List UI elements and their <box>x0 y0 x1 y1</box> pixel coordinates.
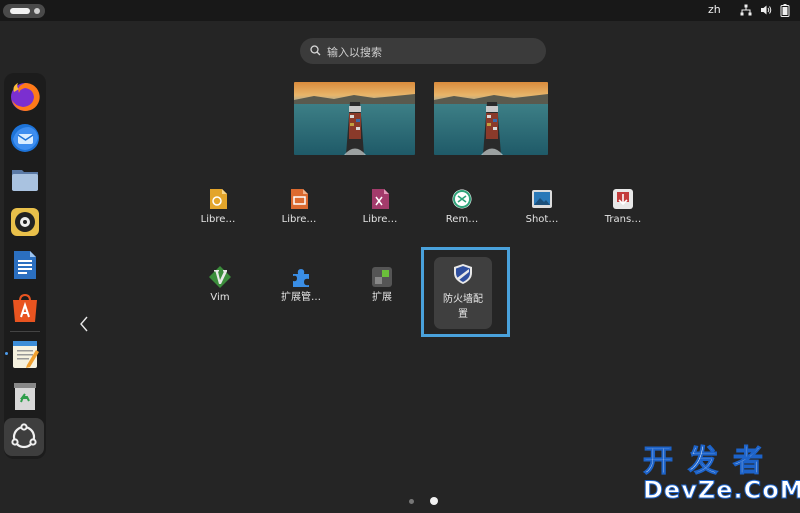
app-libreoffice-impress[interactable]: Libre… <box>264 185 334 265</box>
firefox-icon[interactable] <box>9 80 41 112</box>
search-icon <box>310 45 321 56</box>
input-language-indicator[interactable]: zh <box>708 3 721 16</box>
app-firewall-config[interactable]: 防火墙配 置 <box>434 257 492 329</box>
extensions-icon <box>372 267 392 287</box>
battery-icon[interactable] <box>780 4 790 17</box>
volume-icon[interactable] <box>760 4 772 17</box>
cargo-ship-wallpaper-icon <box>434 82 548 155</box>
watermark-line2: DevZe.CoM <box>643 476 800 505</box>
transmission-icon <box>613 189 633 209</box>
libreoffice-impress-icon <box>291 189 308 209</box>
app-label: 扩展管… <box>281 292 321 303</box>
libreoffice-math-icon <box>372 189 389 209</box>
app-label: Libre… <box>362 214 398 225</box>
app-label: Rem… <box>445 214 479 225</box>
app-label: Vim <box>210 292 230 303</box>
vim-icon <box>209 266 231 288</box>
workspace-thumbnail-1[interactable] <box>294 82 415 155</box>
dock <box>4 73 46 459</box>
workspace-indicator-active <box>10 8 30 14</box>
page-indicator-2[interactable] <box>430 497 438 505</box>
app-label: Libre… <box>281 214 317 225</box>
remmina-icon <box>452 189 472 209</box>
app-extensions[interactable]: 扩展 <box>347 263 417 343</box>
rhythmbox-icon[interactable] <box>9 206 41 238</box>
trash-icon[interactable] <box>9 380 41 412</box>
app-label: 防火墙配 置 <box>434 292 492 322</box>
app-shotwell[interactable]: Shot… <box>507 185 577 265</box>
app-center-icon[interactable] <box>9 292 41 324</box>
search-input[interactable]: 输入以搜索 <box>300 38 546 64</box>
app-label-line2: 置 <box>458 309 468 320</box>
dock-separator <box>10 331 40 332</box>
network-icon[interactable] <box>740 4 752 17</box>
text-editor-icon[interactable] <box>9 338 41 370</box>
app-label: Trans… <box>604 214 642 225</box>
app-label: Libre… <box>200 214 236 225</box>
app-vim[interactable]: Vim <box>185 263 255 343</box>
app-label-line1: 防火墙配 <box>443 294 483 305</box>
libreoffice-draw-icon <box>210 189 227 209</box>
search-placeholder: 输入以搜索 <box>327 46 382 59</box>
cargo-ship-wallpaper-icon <box>294 82 415 155</box>
page-indicator-1[interactable] <box>409 499 414 504</box>
workspace-indicator <box>34 8 40 14</box>
app-extension-manager[interactable]: 扩展管… <box>266 263 336 343</box>
show-apps-icon <box>11 423 37 449</box>
app-label: 扩展 <box>372 292 392 303</box>
workspace-thumbnail-2[interactable] <box>434 82 548 155</box>
shotwell-icon <box>532 190 552 208</box>
watermark-line1: 开发者 <box>643 444 778 479</box>
app-transmission[interactable]: Trans… <box>588 185 658 265</box>
app-libreoffice-math[interactable]: Libre… <box>345 185 415 265</box>
watermark: 开发者 DevZe.CoM <box>641 444 800 506</box>
top-bar: zh <box>0 0 800 21</box>
running-indicator <box>5 352 8 355</box>
files-icon[interactable] <box>9 163 41 195</box>
show-apps-button[interactable] <box>4 418 44 456</box>
app-label: Shot… <box>525 214 559 225</box>
extension-manager-icon <box>293 269 309 287</box>
previous-page-chevron-icon[interactable] <box>79 316 89 332</box>
app-libreoffice-draw[interactable]: Libre… <box>183 185 253 265</box>
writer-icon[interactable] <box>9 249 41 281</box>
thunderbird-icon[interactable] <box>9 121 41 153</box>
firewall-icon <box>454 264 472 284</box>
activities-button[interactable] <box>3 4 45 18</box>
